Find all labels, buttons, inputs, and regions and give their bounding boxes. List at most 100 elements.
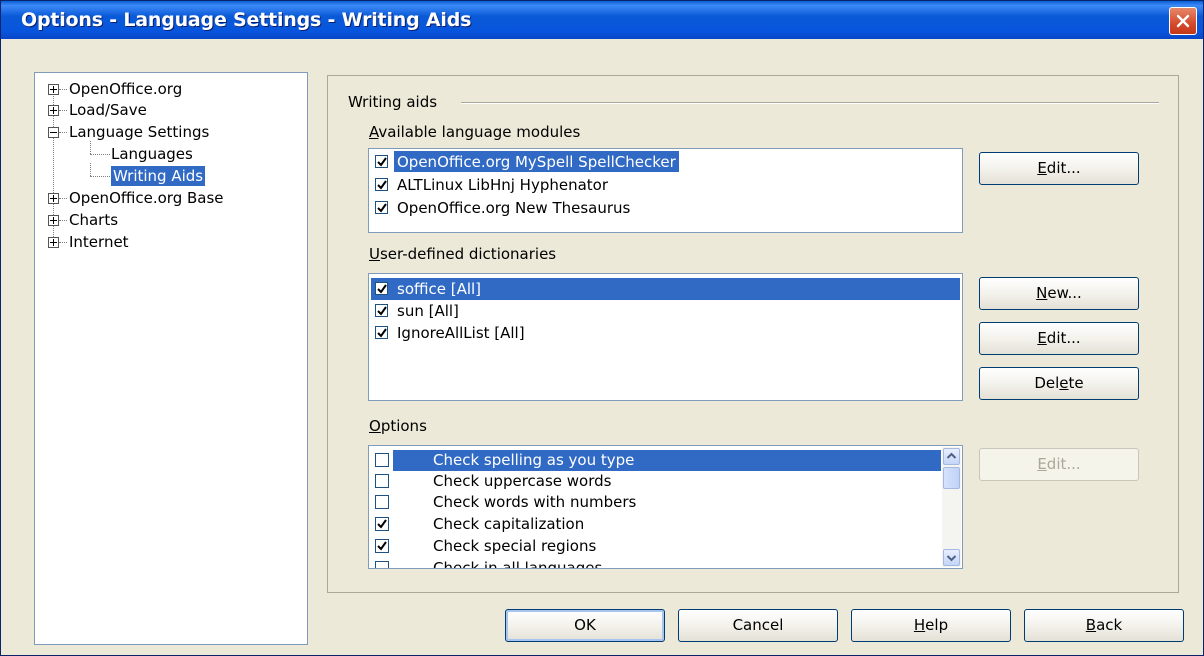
- check-icon: [377, 519, 387, 529]
- new-dictionary-button[interactable]: New...: [979, 277, 1139, 310]
- accel-key: E: [1037, 329, 1047, 347]
- modules-list[interactable]: OpenOffice.org MySpell SpellChecker ALTL…: [368, 148, 963, 233]
- check-icon: [377, 306, 387, 316]
- dictionaries-label-text: ser-defined dictionaries: [379, 245, 557, 263]
- checkbox[interactable]: [375, 282, 388, 295]
- modules-label-text: vailable language modules: [378, 123, 581, 141]
- tree-connector: [59, 132, 67, 134]
- tree-connector: [59, 89, 67, 91]
- checkbox[interactable]: [375, 517, 389, 531]
- checkbox[interactable]: [375, 495, 389, 509]
- options-edit-button[interactable]: Edit...: [979, 448, 1139, 481]
- tree-item-load-save[interactable]: Load/Save: [69, 100, 147, 120]
- tree-item-internet[interactable]: Internet: [69, 232, 129, 252]
- accel-key: E: [1037, 159, 1047, 177]
- check-icon: [377, 203, 387, 213]
- ok-button[interactable]: OK: [505, 609, 665, 642]
- dictionary-label: soffice [All]: [397, 280, 482, 298]
- button-label: te: [1068, 374, 1084, 392]
- tree-connector: [90, 141, 92, 154]
- tree-connector: [90, 163, 92, 176]
- accel-key: N: [1036, 284, 1048, 302]
- module-label: OpenOffice.org New Thesaurus: [397, 199, 631, 217]
- options-list[interactable]: Check spelling as you type Check upperca…: [368, 445, 963, 569]
- cancel-button[interactable]: Cancel: [678, 609, 838, 642]
- checkbox[interactable]: [375, 474, 389, 488]
- option-label: Check special regions: [433, 537, 597, 555]
- tree-item-charts[interactable]: Charts: [69, 210, 118, 230]
- options-dialog: Options - Language Settings - Writing Ai…: [0, 0, 1204, 656]
- title-bar[interactable]: Options - Language Settings - Writing Ai…: [1, 1, 1203, 39]
- tree-item-openoffice[interactable]: OpenOffice.org: [69, 79, 182, 99]
- expand-icon[interactable]: [48, 193, 59, 204]
- module-label: ALTLinux LibHnj Hyphenator: [397, 176, 609, 194]
- modules-edit-button[interactable]: Edit...: [979, 152, 1139, 185]
- options-label-text: ptions: [380, 417, 427, 435]
- option-label: Check spelling as you type: [433, 451, 635, 469]
- expand-icon[interactable]: [48, 215, 59, 226]
- button-label: Del: [1034, 374, 1060, 392]
- checkbox[interactable]: [375, 326, 388, 339]
- tree-connector: [90, 154, 110, 156]
- button-label: dit...: [1046, 455, 1081, 473]
- options-scrollbar[interactable]: [942, 447, 961, 567]
- options-label-accel: O: [369, 417, 381, 435]
- checkbox[interactable]: [375, 178, 388, 191]
- button-label: ew...: [1047, 284, 1082, 302]
- expand-icon[interactable]: [48, 105, 59, 116]
- expand-icon[interactable]: [48, 237, 59, 248]
- checkbox[interactable]: [375, 561, 389, 568]
- expand-icon[interactable]: [48, 84, 59, 95]
- close-button[interactable]: [1169, 7, 1197, 35]
- option-label: Check capitalization: [433, 515, 585, 533]
- dictionaries-list[interactable]: soffice [All] sun [All] IgnoreAllList [A…: [368, 273, 963, 401]
- delete-dictionary-button[interactable]: Delete: [979, 367, 1139, 400]
- button-label: ack: [1096, 616, 1123, 634]
- option-label: Check in all languages: [433, 559, 603, 569]
- option-label: Check uppercase words: [433, 472, 612, 490]
- help-button[interactable]: Help: [851, 609, 1011, 642]
- tree-item-openoffice-base[interactable]: OpenOffice.org Base: [69, 188, 224, 208]
- tree-connector: [59, 242, 67, 244]
- checkbox[interactable]: [375, 453, 389, 467]
- writing-aids-group-label: Writing aids: [348, 93, 438, 111]
- accel-key: e: [1059, 374, 1069, 392]
- check-icon: [377, 284, 387, 294]
- edit-dictionary-button[interactable]: Edit...: [979, 322, 1139, 355]
- option-label: Check words with numbers: [433, 493, 637, 511]
- window-title: Options - Language Settings - Writing Ai…: [21, 9, 472, 31]
- scroll-down-button[interactable]: [943, 549, 960, 566]
- group-separator: [461, 102, 1159, 104]
- check-icon: [377, 328, 387, 338]
- checkbox[interactable]: [375, 201, 388, 214]
- tree-item-languages[interactable]: Languages: [111, 144, 193, 164]
- checkbox[interactable]: [375, 539, 389, 553]
- chevron-down-icon: [946, 555, 957, 562]
- button-label: dit...: [1046, 329, 1081, 347]
- list-item[interactable]: soffice [All]: [371, 278, 960, 300]
- accel-key: B: [1085, 616, 1097, 634]
- options-tree[interactable]: OpenOffice.org Load/Save Language Settin…: [34, 72, 308, 645]
- checkbox[interactable]: [375, 155, 388, 168]
- tree-connector: [90, 176, 110, 178]
- scroll-thumb[interactable]: [943, 467, 960, 489]
- check-icon: [377, 541, 387, 551]
- check-icon: [377, 180, 387, 190]
- tree-item-language-settings[interactable]: Language Settings: [69, 122, 209, 142]
- dictionary-label: IgnoreAllList [All]: [397, 324, 525, 342]
- dictionary-label: sun [All]: [397, 302, 459, 320]
- list-item[interactable]: OpenOffice.org MySpell SpellChecker: [371, 151, 960, 173]
- tree-item-writing-aids[interactable]: Writing Aids: [111, 166, 206, 186]
- tree-connector: [59, 198, 67, 200]
- accel-key: E: [1037, 455, 1047, 473]
- collapse-icon[interactable]: [48, 127, 59, 138]
- back-button[interactable]: Back: [1024, 609, 1184, 642]
- chevron-up-icon: [946, 452, 957, 459]
- module-label: OpenOffice.org MySpell SpellChecker: [394, 151, 679, 172]
- scroll-up-button[interactable]: [943, 448, 960, 465]
- options-label: Options: [369, 417, 427, 435]
- check-icon: [377, 157, 387, 167]
- button-label: elp: [925, 616, 949, 634]
- checkbox[interactable]: [375, 304, 388, 317]
- accel-key: H: [913, 616, 926, 634]
